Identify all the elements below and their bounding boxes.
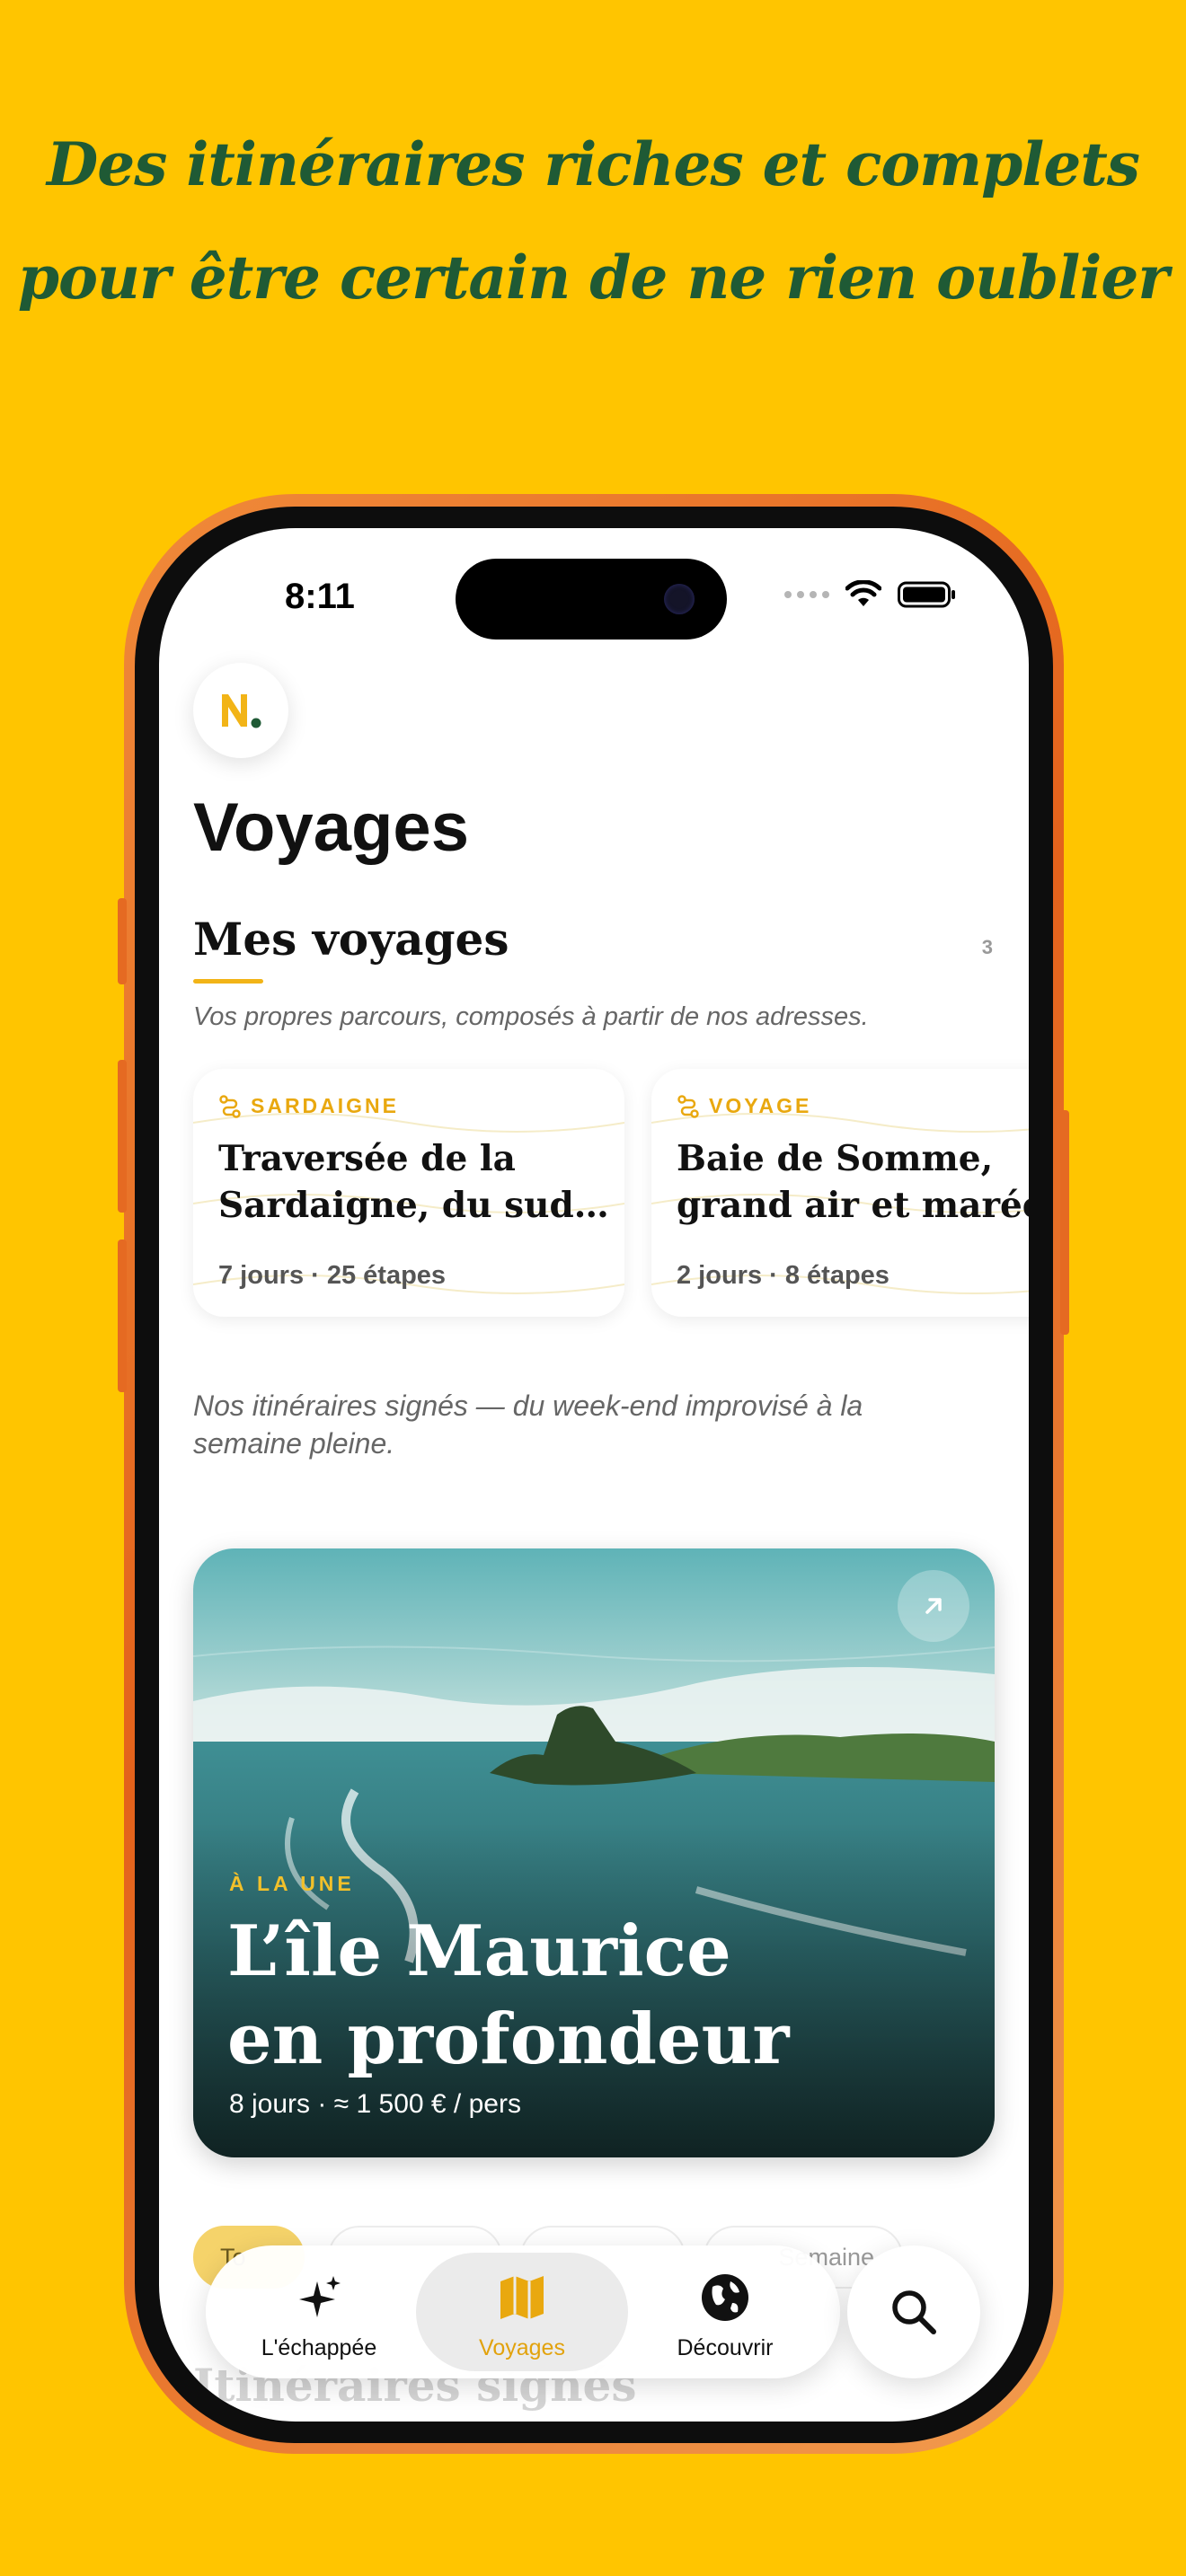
open-featured-button[interactable] — [898, 1570, 969, 1642]
signal-dots-icon — [784, 591, 829, 598]
map-icon — [500, 2276, 544, 2319]
trip-card[interactable]: SARDAIGNE Traversée de la Sardaigne, du … — [193, 1069, 624, 1317]
globe-icon — [702, 2274, 748, 2321]
featured-title-line-1: L’île Maurice — [227, 1910, 731, 1992]
tab-label: Voyages — [479, 2335, 565, 2360]
sparkles-icon — [299, 2276, 341, 2317]
trip-title: Traversée de la Sardaigne, du sud… — [218, 1135, 614, 1229]
tab-label: L'échappée — [261, 2335, 377, 2360]
featured-tag: À LA UNE — [229, 1872, 355, 1895]
search-icon — [892, 2290, 936, 2334]
tab-voyages[interactable]: Voyages — [416, 2253, 628, 2371]
featured-card[interactable]: À LA UNE L’île Maurice en profondeur 8 j… — [193, 1548, 995, 2157]
logo-icon — [222, 694, 261, 728]
my-trips-count: 3 — [981, 936, 993, 958]
marketing-line-1: Des itinéraires riches et complets — [47, 129, 1140, 199]
trip-title-line-2: grand air et marées — [677, 1185, 1029, 1226]
page-title: Voyages — [193, 790, 469, 866]
camera-icon — [664, 584, 695, 614]
trip-tag: VOYAGE — [677, 1094, 811, 1118]
status-indicators — [784, 580, 957, 609]
search-button[interactable] — [847, 2245, 980, 2378]
tab-label: Découvrir — [677, 2335, 774, 2360]
trip-title: Baie de Somme, grand air et marées — [677, 1135, 1029, 1229]
tab-decouvrir[interactable]: Découvrir — [619, 2253, 831, 2371]
route-icon — [219, 1094, 241, 1118]
section-underline — [193, 979, 263, 984]
trip-card[interactable]: VOYAGE Baie de Somme, grand air et marée… — [651, 1069, 1029, 1317]
marketing-line-2: pour être certain de ne rien oublier — [17, 243, 1169, 313]
trip-tag: SARDAIGNE — [218, 1094, 399, 1118]
featured-title-line-2: en profondeur — [227, 1998, 790, 2080]
status-time: 8:11 — [285, 577, 355, 616]
wifi-icon — [845, 580, 881, 606]
trip-title-line-1: Traversée de la — [218, 1138, 516, 1179]
phone-power-button — [1060, 1110, 1069, 1335]
featured-title: L’île Maurice en profondeur — [227, 1908, 964, 2084]
app-logo-button[interactable] — [193, 663, 288, 758]
signed-intro: Nos itinéraires signés — du week-end imp… — [193, 1389, 863, 1460]
tab-echappee[interactable]: L'échappée — [213, 2253, 425, 2371]
marketing-headline: Des itinéraires riches et complets pour … — [0, 108, 1186, 334]
trip-tag-label: VOYAGE — [709, 1094, 812, 1117]
trip-tag-label: SARDAIGNE — [251, 1094, 400, 1117]
my-trips-title: Mes voyages — [193, 913, 509, 966]
tab-bar: L'échappée Voyages Découvrir — [206, 2245, 840, 2378]
dynamic-island — [456, 559, 727, 640]
my-trips-subtitle: Vos propres parcours, composés à partir … — [193, 1002, 869, 1031]
phone-volume-up — [118, 1060, 127, 1213]
featured-meta: 8 jours · ≈ 1 500 € / pers — [229, 2089, 521, 2119]
route-icon — [677, 1094, 699, 1118]
phone-volume-down — [118, 1239, 127, 1392]
arrow-up-right-icon — [925, 1598, 942, 1614]
app-screen: 8:11 Voyages Mes voyages 3 Vos propres p… — [159, 528, 1029, 2422]
battery-icon — [898, 581, 955, 608]
phone-mute-switch — [118, 898, 127, 984]
trip-meta: 2 jours · 8 étapes — [677, 1261, 890, 1290]
trip-meta: 7 jours · 25 étapes — [218, 1261, 447, 1290]
trip-title-line-1: Baie de Somme, — [677, 1138, 994, 1179]
trip-title-line-2: Sardaigne, du sud… — [218, 1185, 609, 1226]
